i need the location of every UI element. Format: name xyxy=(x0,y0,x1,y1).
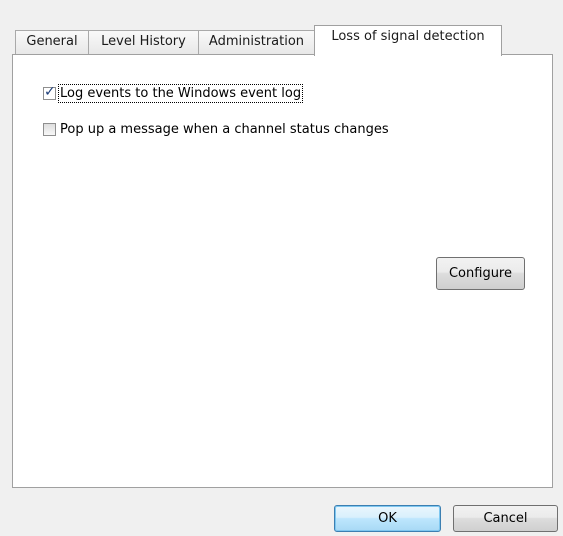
tab-administration[interactable]: Administration xyxy=(198,30,315,54)
tab-panel: ✓ Log events to the Windows event log Po… xyxy=(12,54,553,488)
popup-message-checkbox[interactable] xyxy=(43,122,56,136)
tab-level-history[interactable]: Level History xyxy=(88,30,199,54)
tab-general-label: General xyxy=(26,34,78,49)
tab-level-history-label: Level History xyxy=(101,34,186,49)
popup-message-label[interactable]: Pop up a message when a channel status c… xyxy=(59,121,390,138)
checkmark-icon: ✓ xyxy=(44,83,56,100)
log-events-option[interactable]: ✓ Log events to the Windows event log xyxy=(43,83,304,103)
tab-administration-label: Administration xyxy=(208,34,305,49)
log-events-checkbox[interactable]: ✓ xyxy=(43,83,56,100)
configure-button[interactable]: Configure xyxy=(436,257,525,290)
cancel-button[interactable]: Cancel xyxy=(453,505,558,532)
tab-loss-of-signal-detection-label: Loss of signal detection xyxy=(331,29,485,44)
ok-button[interactable]: OK xyxy=(334,505,441,532)
popup-message-option[interactable]: Pop up a message when a channel status c… xyxy=(43,120,390,138)
log-events-label[interactable]: Log events to the Windows event log xyxy=(57,83,304,103)
tab-loss-of-signal-detection[interactable]: Loss of signal detection xyxy=(314,25,502,56)
tab-general[interactable]: General xyxy=(15,30,89,54)
